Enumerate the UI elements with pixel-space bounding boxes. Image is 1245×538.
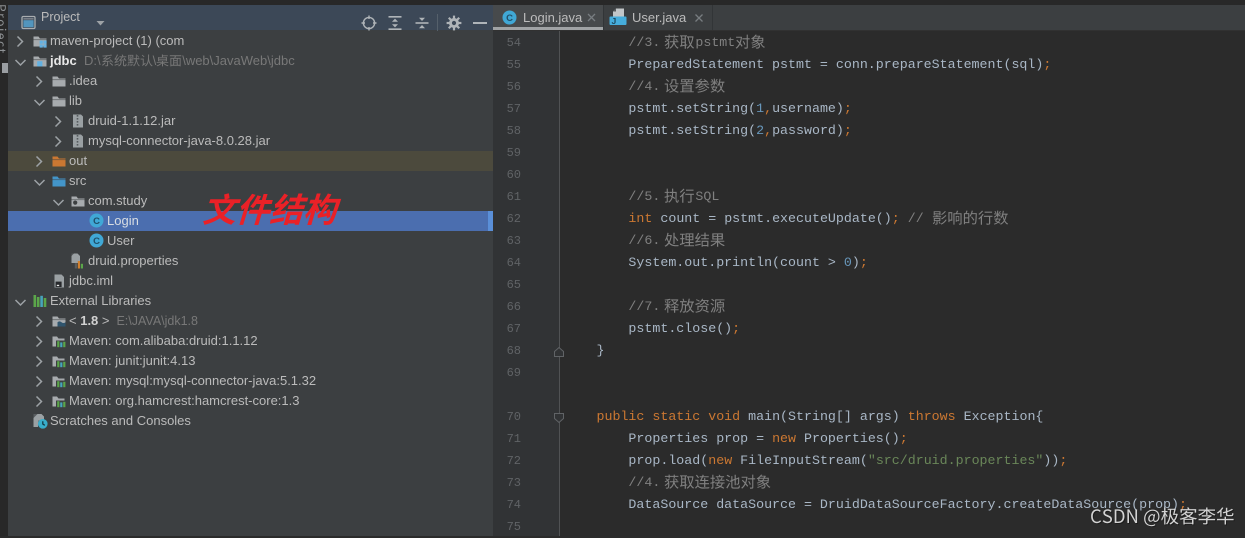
svg-text:C: C xyxy=(506,13,513,24)
svg-text:C: C xyxy=(93,236,100,247)
svg-text:J: J xyxy=(612,16,617,26)
svg-text:C: C xyxy=(93,216,100,227)
